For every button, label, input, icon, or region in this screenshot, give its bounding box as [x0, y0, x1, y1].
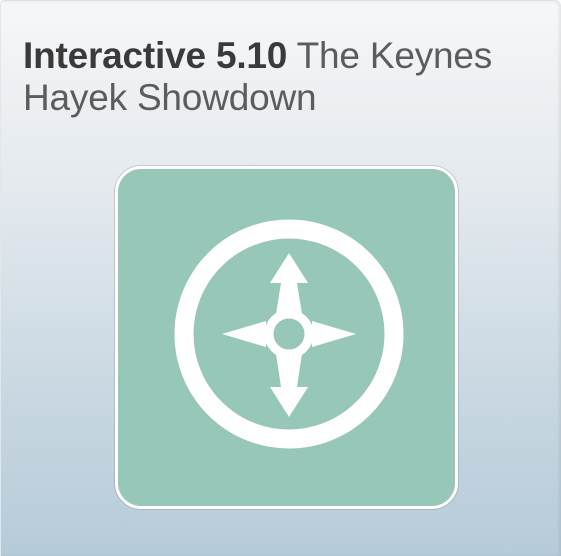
interactive-widget-card[interactable]: Interactive 5.10 The Keynes Hayek Showdo…: [0, 0, 561, 556]
widget-launch-tile[interactable]: [115, 166, 458, 509]
compass-icon: [174, 219, 404, 449]
widget-title: Interactive 5.10 The Keynes Hayek Showdo…: [23, 35, 543, 119]
widget-label: Interactive 5.10: [23, 35, 288, 76]
